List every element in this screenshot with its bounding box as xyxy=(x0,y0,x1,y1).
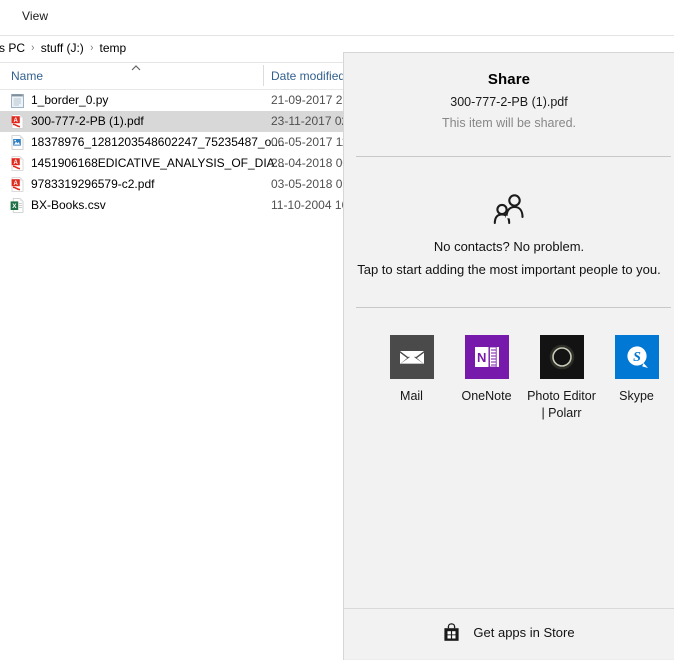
pdf-file-icon: A xyxy=(9,155,26,172)
pdf-file-icon: A xyxy=(9,113,26,130)
column-header-name[interactable]: Name xyxy=(11,69,43,83)
image-file-icon xyxy=(9,134,26,151)
file-date-modified: 11-10-2004 16 xyxy=(271,198,349,212)
share-panel-header: Share 300-777-2-PB (1).pdf This item wil… xyxy=(344,53,674,130)
image-file-icon xyxy=(11,135,24,150)
share-target-label: Mail xyxy=(400,389,423,403)
sort-ascending-icon xyxy=(130,64,142,72)
file-name: 300-777-2-PB (1).pdf xyxy=(31,114,144,128)
share-target-label: Skype xyxy=(619,389,654,403)
share-target-label: Photo Editor | Polarr xyxy=(527,389,596,420)
pdf-file-icon: A xyxy=(11,114,24,129)
svg-text:N: N xyxy=(477,350,486,365)
column-header-date-modified[interactable]: Date modified xyxy=(271,69,345,83)
notepad-file-icon xyxy=(11,94,24,108)
pdf-file-icon: A xyxy=(11,177,24,192)
file-date-modified: 03-05-2018 02 xyxy=(271,177,350,191)
breadcrumb-item-stuff[interactable]: stuff (J:) xyxy=(36,41,89,55)
mail-app-icon xyxy=(389,335,434,379)
csv-file-icon: X xyxy=(10,198,24,213)
svg-text:A: A xyxy=(14,181,19,187)
csv-file-icon: X xyxy=(9,197,26,214)
contacts-description: Tap to start adding the most important p… xyxy=(357,262,661,277)
share-item-filename: 300-777-2-PB (1).pdf xyxy=(450,95,568,109)
share-item-subtext: This item will be shared. xyxy=(441,116,577,130)
breadcrumb-item-temp[interactable]: temp xyxy=(94,41,131,55)
get-apps-in-store-button[interactable]: Get apps in Store xyxy=(344,623,674,642)
share-target-photo-editor[interactable]: Photo Editor | Polarr xyxy=(524,335,599,422)
share-panel-title: Share xyxy=(487,71,531,88)
photo-editor-app-icon xyxy=(539,335,584,379)
share-target-label: OneNote xyxy=(461,389,512,403)
breadcrumb-separator-icon: › xyxy=(90,42,94,54)
file-name: 1451906168EDICATIVE_ANALYSIS_OF_DIA... xyxy=(31,156,285,170)
svg-text:S: S xyxy=(633,350,641,365)
file-date-modified: 06-05-2017 11 xyxy=(271,135,349,149)
file-date-modified: 21-09-2017 22 xyxy=(271,93,350,107)
share-panel-footer: Get apps in Store xyxy=(344,608,674,660)
svg-text:A: A xyxy=(14,118,19,124)
people-icon xyxy=(487,193,531,225)
get-apps-in-store-label: Get apps in Store xyxy=(473,625,575,640)
onenote-app-icon: N xyxy=(464,335,509,379)
svg-text:A: A xyxy=(14,160,19,166)
share-flyout-panel[interactable]: Share 300-777-2-PB (1).pdf This item wil… xyxy=(343,52,674,660)
share-target-skype[interactable]: S Skype xyxy=(599,335,674,405)
share-target-onenote[interactable]: N OneNote xyxy=(449,335,524,405)
chevron-up-icon xyxy=(131,65,141,71)
file-date-modified: 23-11-2017 02 xyxy=(271,114,349,128)
file-name: 18378976_1281203548602247_75235487_o.... xyxy=(31,135,285,149)
file-date-modified: 28-04-2018 00 xyxy=(271,156,350,170)
file-name: 1_border_0.py xyxy=(31,93,109,107)
svg-text:X: X xyxy=(12,203,17,210)
contacts-heading: No contacts? No problem. xyxy=(433,239,585,254)
column-divider[interactable] xyxy=(263,65,264,86)
people-icon-glyph xyxy=(493,194,524,225)
skype-app-icon: S xyxy=(614,335,659,379)
pdf-file-icon: A xyxy=(9,176,26,193)
share-target-mail[interactable]: Mail xyxy=(374,335,449,405)
tab-view[interactable]: View xyxy=(22,9,48,23)
file-name: BX-Books.csv xyxy=(31,198,106,212)
contacts-empty-state[interactable]: No contacts? No problem. Tap to start ad… xyxy=(344,157,674,307)
ribbon-tab-strip: View xyxy=(0,0,674,36)
breadcrumb: s PC › stuff (J:) › temp xyxy=(0,41,131,55)
breadcrumb-separator-icon: › xyxy=(31,42,35,54)
shopping-bag-icon xyxy=(444,623,460,641)
notepad-file-icon xyxy=(9,92,26,109)
breadcrumb-item-this-pc[interactable]: s PC xyxy=(0,41,30,55)
file-name: 9783319296579-c2.pdf xyxy=(31,177,155,191)
pdf-file-icon: A xyxy=(11,156,24,171)
share-targets-row: Mail N OneNote Photo Editor | Polarr S S… xyxy=(344,308,674,422)
